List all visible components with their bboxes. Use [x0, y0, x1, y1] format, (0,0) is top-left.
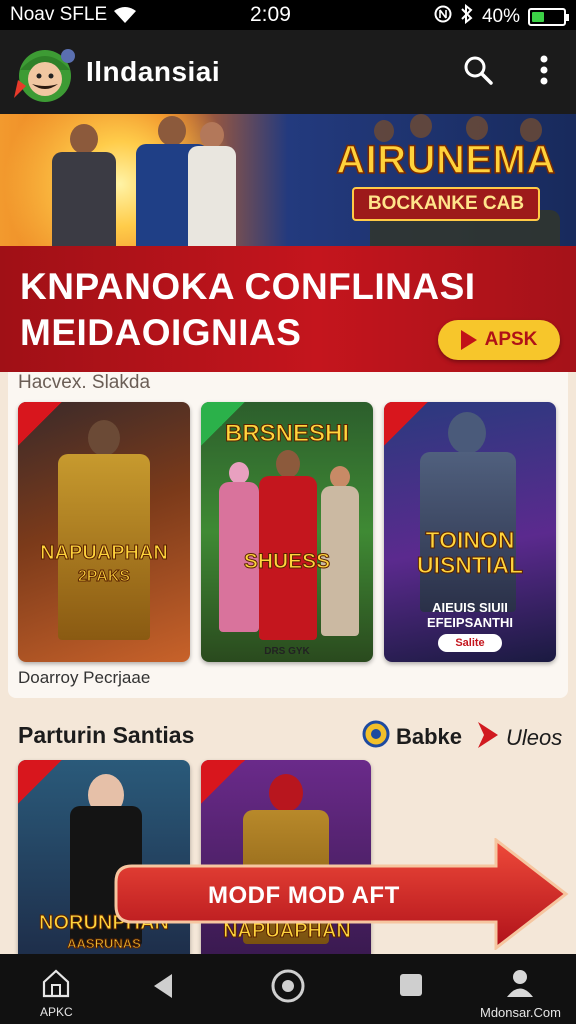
app-logo[interactable] [12, 40, 78, 106]
videos-chip-label: Uleos [506, 725, 563, 750]
bluetooth-icon [460, 3, 474, 30]
battery-percent: 40% [481, 6, 520, 27]
tile-3-tag [384, 402, 428, 446]
game-tile-3[interactable]: TOINON UISNTIAL AIEUIS SIUII EFEIPSANTHI… [384, 402, 556, 662]
game-tile-1[interactable]: NAPUAPHAN 2PAKS [18, 402, 190, 662]
app-title: Ilndansiai [86, 56, 221, 87]
mod-apk-label: MODF MOD AFT [208, 882, 400, 909]
more-vert-icon [539, 55, 549, 90]
nav-home-label: APKC [40, 1005, 73, 1019]
hero-headline-line1: KNPANOKA CONFLINASI [20, 266, 476, 307]
hero-headline-band: KNPANOKA CONFLINASI MEIDAOIGNIAS APSK [0, 246, 576, 372]
battery-level [532, 12, 544, 22]
tile-3-title: TOINON UISNTIAL [416, 527, 524, 578]
hero-character-1 [44, 124, 124, 254]
back-triangle-icon [150, 972, 176, 1005]
hero-logo-title: AIRUNEMA [335, 137, 556, 183]
hero-apk-button[interactable]: APSK [438, 320, 560, 360]
nav-recents[interactable] [398, 972, 424, 1003]
nav-profile-label: Mdonsar.Com [480, 1005, 561, 1020]
nav-home[interactable]: APKC [40, 968, 73, 1019]
hero-banner[interactable]: AIRUNEMA BOCKANKE CAB KNPANOKA CONFLINAS… [0, 114, 576, 372]
clock: 2:09 [250, 3, 291, 26]
more-options-button[interactable] [524, 52, 564, 92]
tile-1-subtitle: 2PAKS [77, 568, 131, 586]
nav-back[interactable] [150, 972, 176, 1005]
tile-1-character [58, 420, 150, 640]
tile-2-character-center [259, 450, 317, 640]
tile-3-subtitle: AIEUIS SIUII EFEIPSANTHI [427, 600, 513, 630]
mod-apk-button[interactable]: MODF MOD AFT [112, 836, 570, 952]
home-circle-icon [270, 968, 306, 1009]
nav-home-circle[interactable] [270, 968, 306, 1009]
search-icon [463, 55, 493, 90]
tile-3-badge: Salite [438, 634, 502, 652]
tile-2-title-top: BRSNESHI [224, 420, 350, 448]
featured-section-label: Hacvex. Slakda [18, 372, 151, 393]
battery-icon [528, 8, 569, 26]
nfc-icon [434, 5, 452, 29]
tile-2-subtitle: DRS GYK [264, 646, 310, 657]
tile-1-title: NAPUAPHAN [40, 542, 169, 565]
app-bar: Ilndansiai [0, 30, 576, 114]
recents-square-icon [398, 972, 424, 1003]
videos-chip[interactable]: Uleos [476, 720, 562, 756]
tile-2-title: SHUESS [243, 550, 331, 574]
tile-4-tag [18, 760, 62, 804]
babke-chip-label: Babke [396, 724, 463, 749]
hero-headline-line2: MEIDAOIGNIAS [20, 312, 302, 353]
babke-chip[interactable]: Babke [362, 720, 462, 754]
profile-icon [505, 968, 535, 1003]
search-button[interactable] [458, 52, 498, 92]
tile-1-tag [18, 402, 62, 446]
play-arrow-icon [460, 330, 477, 350]
tile-5-tag [201, 760, 245, 804]
hero-game-logo: AIRUNEMA BOCKANKE CAB [330, 137, 562, 221]
hero-logo-subtitle: BOCKANKE CAB [351, 187, 541, 221]
home-icon [40, 968, 72, 1003]
wifi-icon [114, 6, 136, 30]
bottom-navigation: APKC Mdonsar.Com [0, 954, 576, 1024]
tile-3-character [420, 412, 516, 612]
game-tile-2[interactable]: BRSNESHI SHUESS DRS GYK [201, 402, 373, 662]
carrier-name: Noav SFLE [10, 4, 108, 25]
hero-apk-label: APSK [484, 329, 538, 350]
tile-2-character-left [219, 462, 259, 632]
hero-character-3 [182, 122, 242, 254]
coin-icon [362, 720, 390, 754]
play-arrow-icon [476, 720, 500, 756]
featured-caption: Doarroy Pecrjaae [18, 668, 151, 687]
section2-title: Parturin Santias [18, 722, 195, 748]
nav-profile[interactable]: Mdonsar.Com [480, 968, 561, 1020]
status-bar: Noav SFLE 2:09 40% [0, 0, 576, 30]
